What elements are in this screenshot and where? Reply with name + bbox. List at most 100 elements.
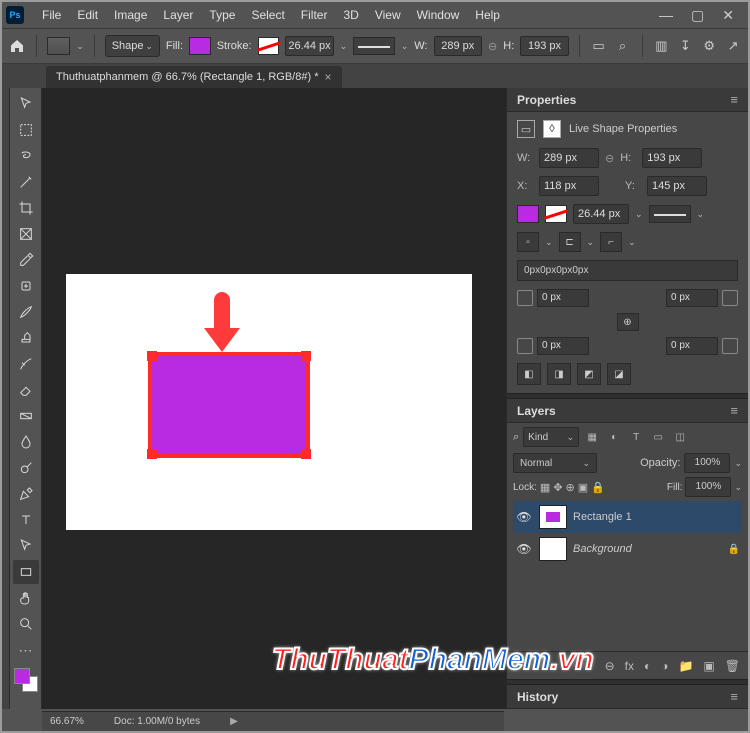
filter-adjust-icon[interactable]: ◐ — [605, 429, 623, 445]
menu-filter[interactable]: Filter — [293, 8, 336, 22]
zoom-tool[interactable] — [13, 612, 39, 636]
opacity-input[interactable]: 100% — [684, 453, 730, 473]
mask-icon[interactable]: ◐ — [644, 659, 651, 673]
window-minimize-button[interactable]: — — [659, 7, 673, 24]
lock-position-icon[interactable]: ✥ — [553, 481, 562, 494]
arrange-icon[interactable]: ↧ — [676, 36, 694, 56]
pen-tool[interactable] — [13, 482, 39, 506]
height-input[interactable]: 193 px — [520, 36, 569, 56]
frame-tool[interactable] — [13, 222, 39, 246]
foreground-color-swatch[interactable] — [14, 668, 30, 684]
healing-brush-tool[interactable] — [13, 274, 39, 298]
chevron-down-icon[interactable]: ⌄ — [401, 41, 409, 52]
panel-menu-icon[interactable]: ≡ — [730, 689, 738, 704]
prop-y-input[interactable]: 145 px — [647, 176, 707, 196]
doc-info[interactable]: Doc: 1.00M/0 bytes — [114, 716, 200, 727]
chevron-down-icon[interactable]: ⌄ — [340, 41, 348, 52]
pathop-subtract-button[interactable]: ◨ — [547, 363, 571, 385]
new-layer-icon[interactable]: ▣ — [703, 659, 714, 673]
prop-height-input[interactable]: 193 px — [642, 148, 702, 168]
share-icon[interactable]: ↗ — [724, 36, 742, 56]
zoom-level[interactable]: 66.67% — [50, 716, 84, 727]
blur-tool[interactable] — [13, 430, 39, 454]
artboard[interactable] — [66, 274, 472, 530]
menu-file[interactable]: File — [34, 8, 69, 22]
pathop-intersect-button[interactable]: ◩ — [577, 363, 601, 385]
stroke-caps-button[interactable]: ⊏ — [559, 232, 581, 252]
menu-3d[interactable]: 3D — [335, 8, 366, 22]
corner-tl-input[interactable]: 0 px — [537, 289, 589, 307]
eyedropper-tool[interactable] — [13, 248, 39, 272]
layer-name[interactable]: Background — [573, 543, 722, 555]
panel-menu-icon[interactable]: ≡ — [730, 92, 738, 107]
search-icon[interactable]: ⌕ — [513, 431, 519, 444]
align-icon[interactable]: ▥ — [652, 36, 670, 56]
edit-toolbar-icon[interactable]: ⋯ — [13, 638, 39, 662]
prop-stroke-width[interactable]: 26.44 px — [573, 204, 629, 224]
stroke-swatch[interactable] — [258, 37, 280, 55]
link-icon[interactable]: ⊖ — [605, 152, 614, 165]
menu-image[interactable]: Image — [106, 8, 155, 22]
panel-menu-icon[interactable]: ≡ — [730, 403, 738, 418]
corner-bl-input[interactable]: 0 px — [537, 337, 589, 355]
window-close-button[interactable]: ✕ — [722, 7, 734, 24]
lock-pixels-icon[interactable]: ▦ — [540, 481, 550, 494]
menu-help[interactable]: Help — [467, 8, 508, 22]
layer-row[interactable]: 👁 Background 🔒 — [513, 533, 742, 565]
brush-tool[interactable] — [13, 300, 39, 324]
gradient-tool[interactable] — [13, 404, 39, 428]
group-icon[interactable]: 📁 — [678, 659, 693, 673]
status-menu-icon[interactable]: ▶ — [230, 716, 238, 727]
type-tool[interactable] — [13, 508, 39, 532]
shape-mode-select[interactable]: Shape⌄ — [105, 35, 160, 57]
pathop-exclude-button[interactable]: ◪ — [607, 363, 631, 385]
resize-handle[interactable] — [147, 351, 157, 361]
gear-icon[interactable]: ⚙ — [700, 36, 718, 56]
history-brush-tool[interactable] — [13, 352, 39, 376]
filter-smart-icon[interactable]: ◫ — [671, 429, 689, 445]
menu-view[interactable]: View — [367, 8, 409, 22]
stroke-align-button[interactable]: ▫ — [517, 232, 539, 252]
window-maximize-button[interactable]: ▢ — [691, 7, 704, 24]
clone-stamp-tool[interactable] — [13, 326, 39, 350]
fill-swatch[interactable] — [189, 37, 211, 55]
menu-window[interactable]: Window — [409, 8, 468, 22]
visibility-toggle[interactable]: 👁 — [515, 542, 533, 556]
link-layers-icon[interactable]: ⊖ — [605, 659, 615, 673]
menu-edit[interactable]: Edit — [69, 8, 106, 22]
filter-type-icon[interactable]: T — [627, 429, 645, 445]
layer-row[interactable]: 👁 Rectangle 1 — [513, 501, 742, 533]
close-tab-icon[interactable]: × — [324, 70, 331, 84]
move-tool[interactable] — [13, 92, 39, 116]
marquee-tool[interactable] — [13, 118, 39, 142]
layer-thumbnail[interactable] — [539, 537, 567, 561]
resize-handle[interactable] — [301, 449, 311, 459]
pathop-combine-button[interactable]: ◧ — [517, 363, 541, 385]
link-corners-button[interactable]: ⊕ — [617, 313, 639, 331]
stroke-width-input[interactable]: 26.44 px — [285, 36, 334, 56]
chevron-down-icon[interactable]: ⌄ — [76, 41, 84, 52]
crop-tool[interactable] — [13, 196, 39, 220]
filter-pixel-icon[interactable]: ▦ — [583, 429, 601, 445]
layer-name[interactable]: Rectangle 1 — [573, 511, 740, 523]
menu-type[interactable]: Type — [201, 8, 243, 22]
color-swatches[interactable] — [14, 668, 38, 692]
fx-icon[interactable]: fx — [625, 659, 634, 673]
magic-wand-tool[interactable] — [13, 170, 39, 194]
chevron-down-icon[interactable]: ⌄ — [697, 209, 705, 220]
layer-thumbnail[interactable] — [539, 505, 567, 529]
corner-tr-input[interactable]: 0 px — [666, 289, 718, 307]
prop-x-input[interactable]: 118 px — [539, 176, 599, 196]
layers-panel-header[interactable]: Layers ≡ — [507, 399, 748, 423]
menu-layer[interactable]: Layer — [155, 8, 201, 22]
prop-stroke-swatch[interactable] — [545, 205, 567, 223]
visibility-toggle[interactable]: 👁 — [515, 510, 533, 524]
search-icon[interactable]: ⌕ — [614, 36, 632, 56]
blend-mode-select[interactable]: Normal⌄ — [513, 453, 597, 473]
rectangle-shape[interactable] — [148, 352, 310, 458]
canvas-area[interactable]: ThuThuatPhanMem.vn — [42, 88, 506, 709]
prop-stroke-style[interactable] — [649, 205, 691, 223]
corner-br-input[interactable]: 0 px — [666, 337, 718, 355]
lock-artboard-icon[interactable]: ⊕ — [566, 481, 575, 494]
menu-select[interactable]: Select — [243, 8, 292, 22]
